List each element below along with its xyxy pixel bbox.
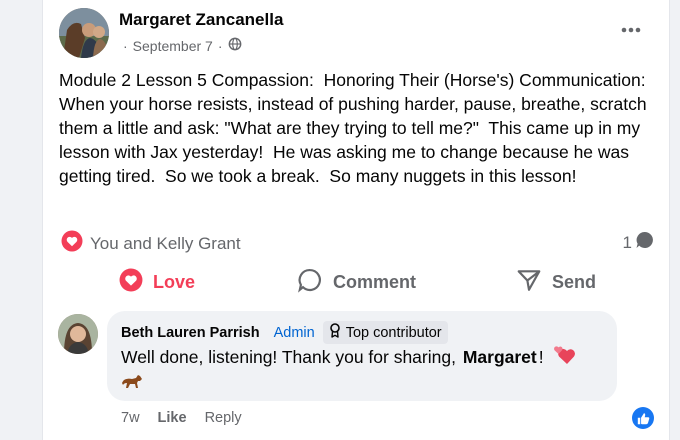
post-date[interactable]: September 7 [133,38,213,54]
send-icon [516,267,542,298]
reaction-summary[interactable]: You and Kelly Grant [61,230,241,257]
award-ribbon-icon [329,323,341,342]
top-contributor-badge[interactable]: Top contributor [322,321,448,344]
comment-label: Comment [333,271,417,292]
meta-separator: · [217,37,223,54]
love-reaction-icon [61,230,83,257]
reaction-names[interactable]: You and Kelly Grant [90,234,241,254]
comment-text-main: Well done, listening! Thank you for shar… [121,347,461,367]
badge-label: Top contributor [345,324,442,341]
commenter-avatar[interactable] [58,314,98,354]
comment-time[interactable]: 7w [121,410,140,426]
comment-like-button[interactable]: Like [158,410,187,426]
comment-count[interactable]: 1 [623,230,655,255]
comment-count-value: 1 [622,232,632,252]
admin-label[interactable]: Admin [274,325,315,341]
comment-footer: 7w Like Reply [121,410,242,426]
send-button[interactable]: Send [516,262,596,302]
send-label: Send [552,271,597,292]
comment-bubble: Beth Lauren Parrish Admin Top contributo… [107,311,617,401]
comment-button[interactable]: Comment [297,262,416,302]
comment-icon [297,267,323,298]
post-meta: · September 7 · [123,37,242,54]
mention-link[interactable]: Margaret [463,347,537,368]
post-card: Margaret Zancanella · September 7 · Modu… [42,0,670,440]
meta-separator: · [123,37,128,54]
love-icon [119,268,143,297]
comment-header: Beth Lauren Parrish Admin Top contributo… [121,321,448,344]
post-author-name[interactable]: Margaret Zancanella [119,10,283,30]
like-reaction-icon[interactable] [632,407,654,429]
comment-text-end: ! [538,347,544,367]
commenter-name[interactable]: Beth Lauren Parrish [121,325,260,341]
horse-emoji-icon [121,373,143,394]
action-bar: Love Comment Send [43,262,669,302]
hearts-emoji-icon [552,344,576,371]
love-button[interactable]: Love [119,262,195,302]
more-options-button[interactable] [619,20,643,40]
globe-icon [228,37,242,54]
comment-reply-button[interactable]: Reply [205,410,242,426]
comment-text: Well done, listening! Thank you for shar… [121,344,576,371]
comment-bubble-icon [635,230,655,255]
love-label: Love [153,271,196,292]
post-body: Module 2 Lesson 5 Compassion: Honoring T… [59,70,652,186]
author-avatar[interactable] [59,8,109,58]
